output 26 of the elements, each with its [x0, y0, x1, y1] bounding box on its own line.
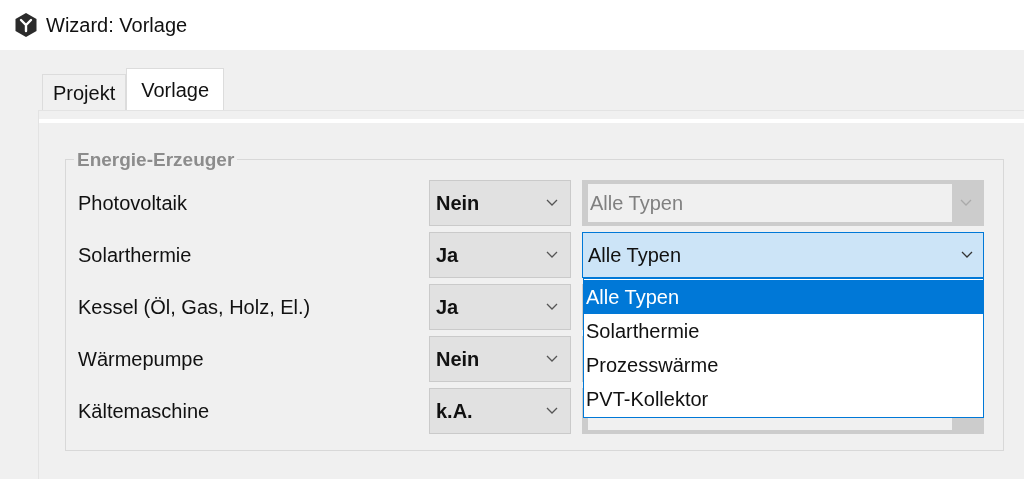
chevron-down-icon: [546, 407, 558, 415]
chevron-down-icon: [546, 355, 558, 363]
type-dropdown[interactable]: Alle Typen: [582, 232, 984, 278]
tab[interactable]: Projekt: [42, 74, 127, 110]
dropdown-option[interactable]: Solarthermie: [584, 314, 983, 348]
chevron-down-icon: [546, 303, 558, 311]
dropdown-option[interactable]: Alle Typen: [584, 280, 983, 314]
choice-dropdown[interactable]: Nein: [429, 180, 571, 226]
row-label: Kessel (Öl, Gas, Holz, El.): [78, 295, 312, 320]
app-logo-icon: [14, 12, 38, 38]
choice-dropdown[interactable]: Nein: [429, 336, 571, 382]
row-label: Photovoltaik: [78, 191, 188, 216]
choice-dropdown[interactable]: Ja: [429, 284, 571, 330]
row-label: Kältemaschine: [78, 399, 211, 424]
row-label: Wärmepumpe: [78, 347, 205, 372]
tab[interactable]: Vorlage: [126, 68, 225, 110]
choice-dropdown[interactable]: Ja: [429, 232, 571, 278]
chevron-down-icon: [960, 199, 972, 207]
chevron-down-icon: [546, 251, 558, 259]
row-label: Solarthermie: [78, 243, 193, 268]
choice-dropdown[interactable]: k.A.: [429, 388, 571, 434]
window-title: Wizard: Vorlage: [46, 13, 188, 38]
dropdown-option[interactable]: PVT-Kollektor: [584, 382, 983, 416]
dropdown-option[interactable]: Prozesswärme: [584, 348, 983, 382]
chevron-down-icon: [961, 251, 973, 259]
chevron-down-icon: [546, 199, 558, 207]
